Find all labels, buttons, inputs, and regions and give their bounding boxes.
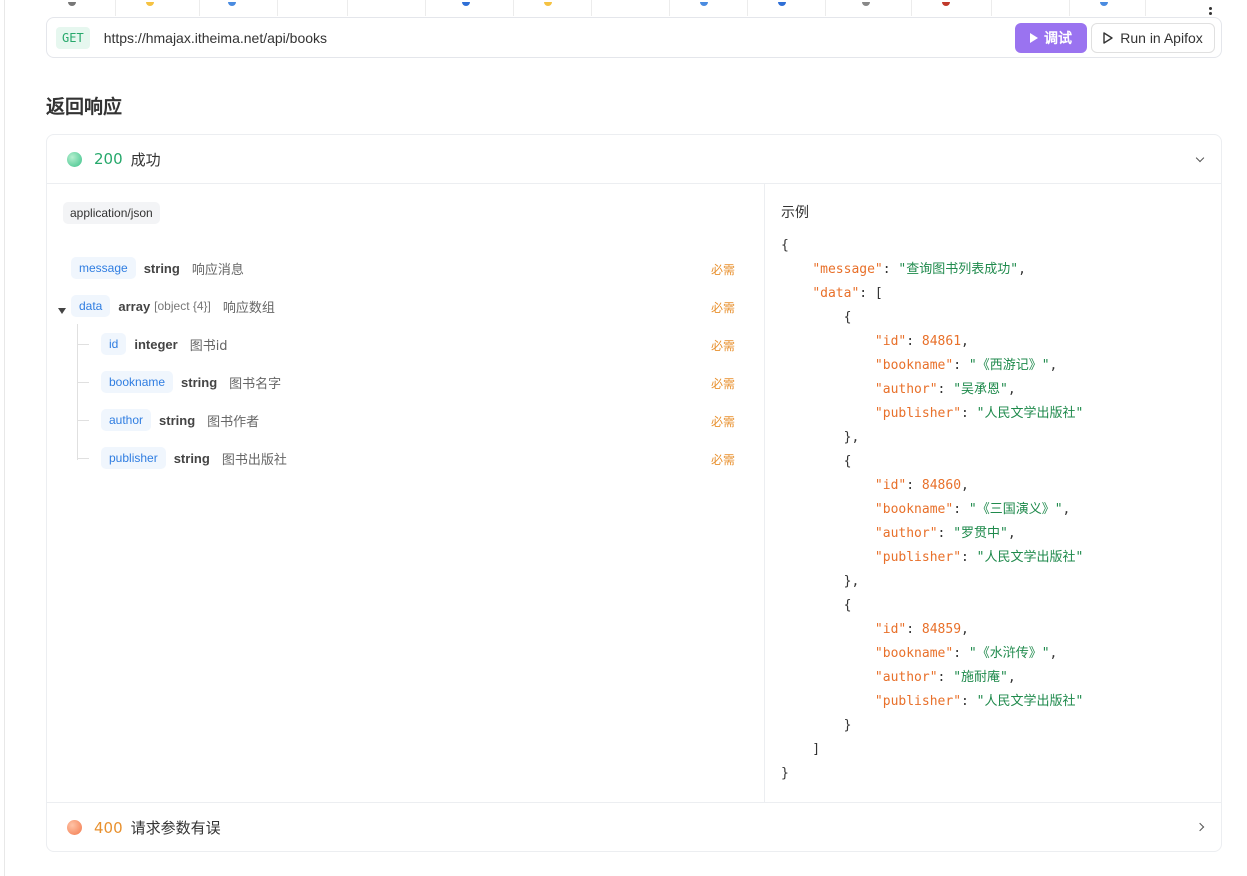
top-cell [912, 0, 992, 16]
field-row-id: id integer 图书id [101, 332, 228, 356]
debug-button[interactable]: 调试 [1015, 23, 1087, 53]
field-desc: 响应消息 [191, 262, 244, 278]
field-name: publisher [101, 447, 166, 469]
section-title: 返回响应 [46, 96, 123, 118]
response-card: 200 成功 application/json message string 响… [46, 134, 1222, 852]
required-label: 必需 [711, 377, 736, 391]
required-label: 必需 [711, 453, 736, 467]
debug-button-label: 调试 [1044, 31, 1072, 47]
field-row-publisher: publisher string 图书出版社 [101, 446, 287, 470]
status-code: 400 [94, 818, 123, 837]
field-name: data [71, 295, 111, 317]
example-bookname: 《三国演义》 [976, 502, 1055, 517]
required-label: 必需 [711, 263, 736, 277]
play-outline-icon [1103, 32, 1113, 44]
example-id: 84861 [921, 334, 962, 349]
tree-hook [77, 458, 89, 459]
field-name: id [101, 333, 127, 355]
field-type: array [118, 298, 151, 314]
field-subtype: [object {4}] [154, 299, 211, 313]
top-cell [1070, 0, 1146, 16]
field-desc: 图书出版社 [221, 452, 287, 468]
error-status-icon [67, 820, 82, 835]
field-row-author: author string 图书作者 [101, 408, 259, 432]
tree-hook [77, 344, 89, 345]
example-publisher: 人民文学出版社 [984, 550, 1076, 565]
tree-hook [77, 382, 89, 383]
field-type: string [181, 374, 218, 390]
response-400-header[interactable]: 400 请求参数有误 [47, 802, 1221, 852]
top-cell [278, 0, 348, 16]
example-publisher: 人民文学出版社 [984, 406, 1076, 421]
request-url[interactable]: https://hmajax.itheima.net/api/books [104, 30, 327, 46]
field-type: integer [134, 336, 178, 352]
status-text: 成功 [130, 150, 161, 169]
status-code: 200 [94, 150, 123, 168]
top-cell [348, 0, 426, 16]
field-name: author [101, 409, 152, 431]
request-url-bar: GET https://hmajax.itheima.net/api/books… [46, 17, 1222, 58]
example-author: 吴承恩 [961, 382, 1001, 397]
top-cell [826, 0, 912, 16]
field-row-data: data array [object {4}] 响应数组 [71, 294, 275, 318]
example-panel: 示例 { "message": "查询图书列表成功", "data": [ { … [765, 184, 1221, 802]
top-cell [426, 0, 514, 16]
field-type: string [173, 450, 210, 466]
status-text: 请求参数有误 [130, 819, 221, 837]
top-cell [514, 0, 592, 16]
example-author: 罗贯中 [961, 526, 1001, 541]
schema-panel: application/json message string 响应消息 必需 … [47, 184, 765, 802]
http-method-badge: GET [56, 26, 90, 49]
run-in-apifox-label: Run in Apifox [1120, 30, 1203, 46]
example-bookname: 《水浒传》 [976, 646, 1042, 661]
field-row-message: message string 响应消息 [71, 256, 244, 280]
run-in-apifox-button[interactable]: Run in Apifox [1091, 23, 1215, 53]
top-cell [116, 0, 200, 16]
example-message: 查询图书列表成功 [906, 262, 1011, 277]
success-status-icon [67, 151, 82, 167]
example-bookname: 《西游记》 [976, 358, 1042, 373]
example-author: 施耐庵 [961, 670, 1001, 685]
chevron-right-icon[interactable] [1195, 822, 1205, 832]
required-label: 必需 [711, 415, 736, 429]
example-json-code[interactable]: { "message": "查询图书列表成功", "data": [ { "id… [781, 234, 1083, 786]
top-cell [592, 0, 670, 16]
example-id: 84859 [921, 622, 962, 637]
field-desc: 响应数组 [222, 300, 275, 316]
more-menu-icon[interactable] [1209, 7, 1213, 17]
field-row-bookname: bookname string 图书名字 [101, 370, 281, 394]
chevron-down-icon[interactable] [1195, 153, 1205, 163]
field-desc: 图书名字 [229, 376, 282, 392]
top-cell [748, 0, 826, 16]
left-divider [4, 0, 5, 876]
field-name: bookname [101, 371, 174, 393]
content-type-badge: application/json [63, 202, 160, 224]
collapse-caret-icon[interactable] [58, 308, 66, 314]
example-publisher: 人民文学出版社 [984, 694, 1076, 709]
top-cell [30, 0, 116, 16]
example-title: 示例 [781, 205, 809, 221]
top-cell [992, 0, 1070, 16]
example-id: 84860 [921, 478, 962, 493]
field-desc: 图书id [189, 338, 228, 354]
required-label: 必需 [711, 339, 736, 353]
top-partial-strip [30, 0, 1220, 16]
field-name: message [71, 257, 136, 279]
required-label: 必需 [711, 301, 736, 315]
field-type: string [159, 412, 196, 428]
top-cell [670, 0, 748, 16]
response-200-header[interactable]: 200 成功 [47, 135, 1221, 184]
top-cell [200, 0, 278, 16]
play-icon [1030, 33, 1038, 43]
field-type: string [143, 260, 180, 276]
field-desc: 图书作者 [207, 414, 260, 430]
tree-hook [77, 420, 89, 421]
